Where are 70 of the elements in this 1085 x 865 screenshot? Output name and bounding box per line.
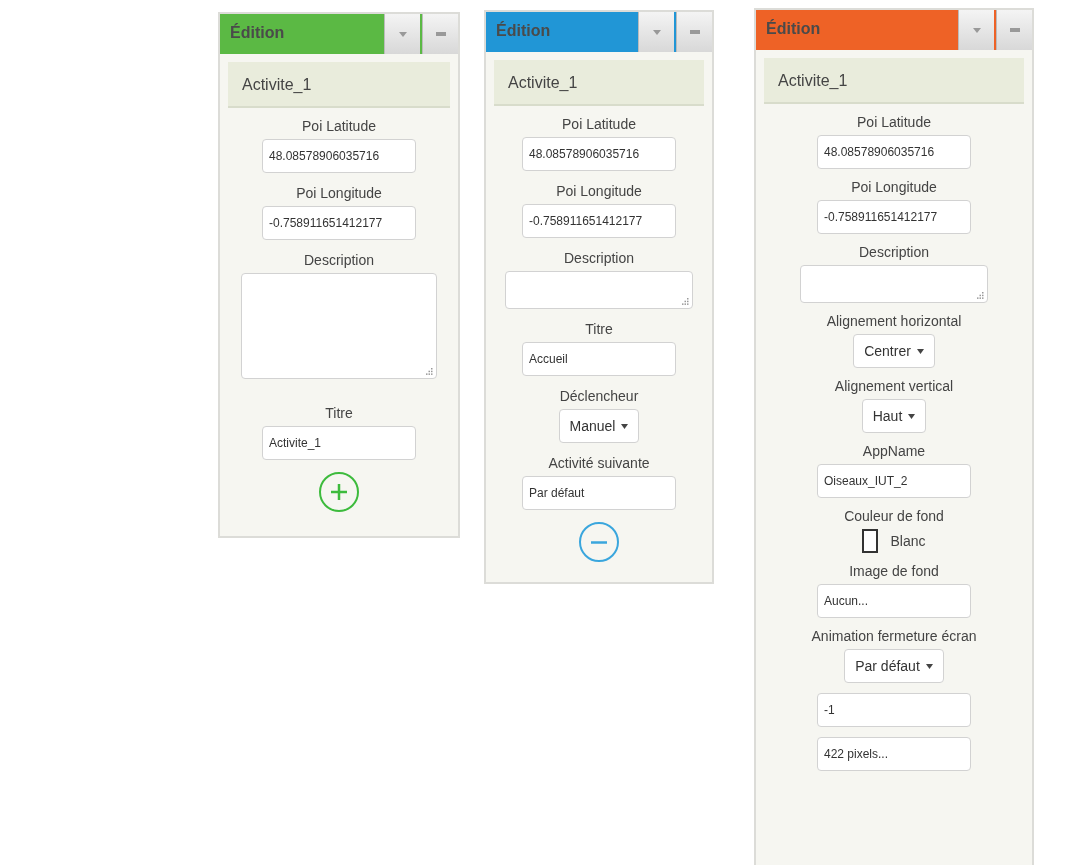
collapse-button[interactable] [384, 14, 420, 54]
component-name: Activite_1 [764, 58, 1024, 104]
resize-grip-icon [977, 292, 984, 299]
property-label: Poi Latitude [302, 118, 376, 134]
property-label: Poi Longitude [296, 185, 382, 201]
caret-icon [621, 423, 629, 429]
property-label: Alignement horizontal [826, 313, 962, 329]
property-label: Description [304, 252, 374, 268]
text-field[interactable]: Par défaut [522, 476, 676, 510]
property-label: Poi Latitude [857, 114, 931, 130]
property-label: Animation fermeture écran [811, 628, 977, 644]
caret-icon [916, 348, 924, 354]
minimize-button[interactable] [676, 12, 712, 52]
text-area[interactable] [505, 271, 693, 309]
text-area[interactable] [800, 265, 988, 303]
remove-button[interactable] [579, 522, 619, 562]
text-field[interactable]: Activite_1 [262, 426, 416, 460]
property-label: Titre [585, 321, 613, 337]
dropdown[interactable]: Centrer [853, 334, 935, 368]
text-field[interactable]: 48.08578906035716 [817, 135, 971, 169]
property-label: Alignement vertical [834, 378, 954, 394]
collapse-button[interactable] [958, 10, 994, 50]
property-label: Activité suivante [548, 455, 650, 471]
panel-title: Édition [765, 18, 821, 39]
property-label: Image de fond [849, 563, 939, 579]
component-name: Activite_1 [228, 62, 450, 108]
property-label: Description [564, 250, 634, 266]
dropdown[interactable]: Manuel [558, 409, 640, 443]
minimize-button[interactable] [996, 10, 1032, 50]
plus-icon [330, 483, 348, 501]
collapse-button[interactable] [638, 12, 674, 52]
dropdown[interactable]: Haut [861, 399, 927, 433]
caret-icon [908, 413, 916, 419]
minimize-button[interactable] [422, 14, 458, 54]
text-field[interactable]: Oiseaux_IUT_2 [817, 464, 971, 498]
property-label: Couleur de fond [844, 508, 944, 524]
dropdown[interactable]: Par défaut [844, 649, 944, 683]
text-field[interactable]: 48.08578906035716 [522, 137, 676, 171]
minus-icon [435, 32, 446, 36]
panel-title: Édition [495, 20, 551, 41]
text-field[interactable]: 48.08578906035716 [262, 139, 416, 173]
component-name: Activite_1 [494, 60, 704, 106]
property-label: Poi Latitude [562, 116, 636, 132]
property-label: Titre [325, 405, 353, 421]
text-field[interactable]: 422 pixels... [817, 737, 971, 771]
text-field[interactable]: -1 [817, 693, 971, 727]
minus-icon [590, 540, 608, 544]
caret-icon [397, 30, 408, 38]
property-label: Description [859, 244, 929, 260]
text-field[interactable]: -0.758911651412177 [817, 200, 971, 234]
property-label: Poi Longitude [851, 179, 937, 195]
color-swatch[interactable] [862, 529, 879, 553]
minus-icon [1009, 28, 1020, 32]
property-label: AppName [862, 443, 926, 459]
panel-title: Édition [229, 22, 285, 43]
text-field[interactable]: Accueil [522, 342, 676, 376]
add-button[interactable] [319, 472, 359, 512]
text-area[interactable] [241, 273, 437, 379]
resize-grip-icon [426, 368, 433, 375]
caret-icon [925, 663, 933, 669]
caret-icon [651, 28, 662, 36]
resize-grip-icon [682, 298, 689, 305]
caret-icon [971, 26, 982, 34]
text-field[interactable]: -0.758911651412177 [262, 206, 416, 240]
text-field[interactable]: Aucun... [817, 584, 971, 618]
minus-icon [689, 30, 700, 34]
text-field[interactable]: -0.758911651412177 [522, 204, 676, 238]
property-label: Poi Longitude [556, 183, 642, 199]
color-name: Blanc [890, 533, 926, 549]
property-label: Déclencheur [559, 388, 639, 404]
